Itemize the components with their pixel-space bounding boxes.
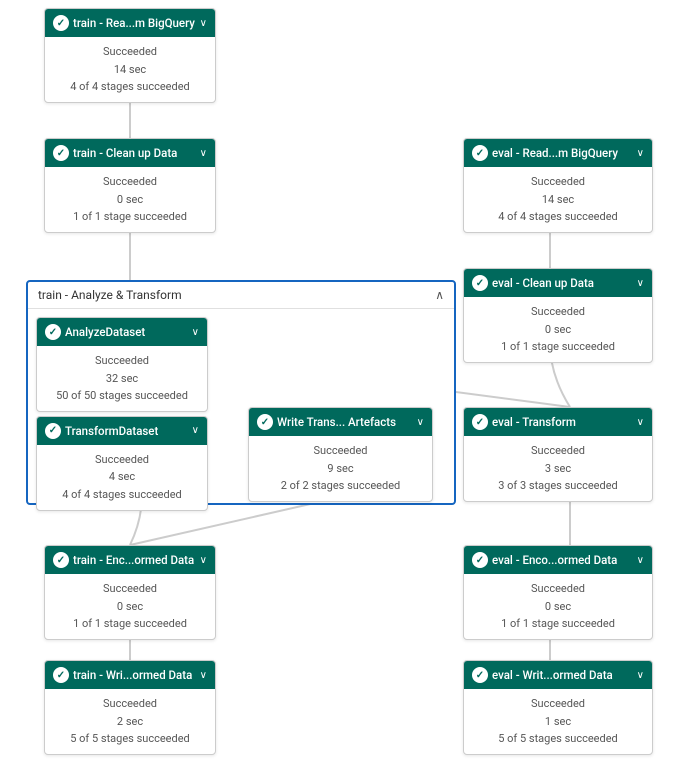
node-body: Succeeded 0 sec 1 of 1 stage succeeded [45, 574, 215, 639]
chevron-down-icon[interactable]: ∨ [200, 555, 207, 566]
chevron-down-icon[interactable]: ∨ [637, 555, 644, 566]
success-icon [53, 667, 69, 683]
pipeline-canvas: train - Rea...m BigQuery ∨ Succeeded 14 … [0, 0, 680, 764]
chevron-down-icon[interactable]: ∨ [200, 148, 207, 159]
node-title: eval - Transform [492, 415, 576, 429]
node-body: Succeeded 14 sec 4 of 4 stages succeeded [464, 167, 652, 232]
node-title: train - Clean up Data [73, 146, 177, 160]
node-train-write-header: train - Wri...ormed Data ∨ [45, 661, 215, 689]
node-write-transform-header: Write Trans... Artefacts ∨ [249, 408, 432, 436]
chevron-down-icon[interactable]: ∨ [637, 417, 644, 428]
node-transform-dataset[interactable]: TransformDataset ∨ Succeeded 4 sec 4 of … [36, 416, 208, 511]
node-eval-cleanup-header: eval - Clean up Data ∨ [464, 269, 652, 297]
node-eval-write-header: eval - Writ...ormed Data ∨ [464, 661, 652, 689]
node-body: Succeeded 1 sec 5 of 5 stages succeeded [464, 689, 652, 754]
success-icon [472, 667, 488, 683]
node-eval-transform[interactable]: eval - Transform ∨ Succeeded 3 sec 3 of … [463, 407, 653, 502]
node-train-write[interactable]: train - Wri...ormed Data ∨ Succeeded 2 s… [44, 660, 216, 755]
node-eval-read-bq-header: eval - Read...m BigQuery ∨ [464, 139, 652, 167]
node-body: Succeeded 0 sec 1 of 1 stage succeeded [464, 574, 652, 639]
node-train-cleanup[interactable]: train - Clean up Data ∨ Succeeded 0 sec … [44, 138, 216, 233]
node-eval-transform-header: eval - Transform ∨ [464, 408, 652, 436]
chevron-down-icon[interactable]: ∨ [200, 18, 207, 29]
success-icon [53, 15, 69, 31]
node-body: Succeeded 4 sec 4 of 4 stages succeeded [37, 445, 207, 510]
node-body: Succeeded 3 sec 3 of 3 stages succeeded [464, 436, 652, 501]
node-body: Succeeded 14 sec 4 of 4 stages succeeded [45, 37, 215, 102]
node-title: Write Trans... Artefacts [277, 415, 396, 429]
node-train-read-bq-header: train - Rea...m BigQuery ∨ [45, 9, 215, 37]
node-body: Succeeded 9 sec 2 of 2 stages succeeded [249, 436, 432, 501]
chevron-down-icon[interactable]: ∨ [192, 327, 199, 338]
chevron-down-icon[interactable]: ∨ [417, 417, 424, 428]
chevron-down-icon[interactable]: ∨ [192, 425, 199, 436]
node-eval-read-bq[interactable]: eval - Read...m BigQuery ∨ Succeeded 14 … [463, 138, 653, 233]
success-icon [257, 414, 273, 430]
node-eval-enc-header: eval - Enco...ormed Data ∨ [464, 546, 652, 574]
node-title: train - Enc...ormed Data [73, 553, 194, 567]
success-icon [472, 145, 488, 161]
chevron-down-icon[interactable]: ∨ [637, 148, 644, 159]
node-analyze-dataset[interactable]: AnalyzeDataset ∨ Succeeded 32 sec 50 of … [36, 317, 208, 412]
node-transform-dataset-header: TransformDataset ∨ [37, 417, 207, 445]
group-header[interactable]: train - Analyze & Transform ∧ [28, 282, 454, 309]
chevron-down-icon[interactable]: ∨ [637, 670, 644, 681]
group-title: train - Analyze & Transform [38, 288, 182, 302]
node-eval-enc[interactable]: eval - Enco...ormed Data ∨ Succeeded 0 s… [463, 545, 653, 640]
success-icon [472, 275, 488, 291]
node-title: AnalyzeDataset [65, 325, 145, 339]
node-analyze-dataset-header: AnalyzeDataset ∨ [37, 318, 207, 346]
success-icon [472, 414, 488, 430]
node-train-enc[interactable]: train - Enc...ormed Data ∨ Succeeded 0 s… [44, 545, 216, 640]
node-body: Succeeded 2 sec 5 of 5 stages succeeded [45, 689, 215, 754]
node-eval-cleanup[interactable]: eval - Clean up Data ∨ Succeeded 0 sec 1… [463, 268, 653, 363]
node-train-enc-header: train - Enc...ormed Data ∨ [45, 546, 215, 574]
node-body: Succeeded 0 sec 1 of 1 stage succeeded [45, 167, 215, 232]
success-icon [53, 145, 69, 161]
node-train-read-bq[interactable]: train - Rea...m BigQuery ∨ Succeeded 14 … [44, 8, 216, 103]
success-icon [45, 423, 61, 439]
node-title: eval - Writ...ormed Data [492, 668, 613, 682]
success-icon [53, 552, 69, 568]
success-icon [45, 324, 61, 340]
node-title: train - Wri...ormed Data [73, 668, 192, 682]
chevron-up-icon[interactable]: ∧ [435, 288, 444, 302]
node-write-transform[interactable]: Write Trans... Artefacts ∨ Succeeded 9 s… [248, 407, 433, 502]
node-title: eval - Clean up Data [492, 276, 594, 290]
chevron-down-icon[interactable]: ∨ [200, 670, 207, 681]
chevron-down-icon[interactable]: ∨ [637, 278, 644, 289]
success-icon [472, 552, 488, 568]
node-title: eval - Enco...ormed Data [492, 553, 617, 567]
node-title: TransformDataset [65, 424, 158, 438]
node-train-cleanup-header: train - Clean up Data ∨ [45, 139, 215, 167]
node-eval-write[interactable]: eval - Writ...ormed Data ∨ Succeeded 1 s… [463, 660, 653, 755]
node-body: Succeeded 0 sec 1 of 1 stage succeeded [464, 297, 652, 362]
node-title: train - Rea...m BigQuery [73, 16, 195, 30]
node-title: eval - Read...m BigQuery [492, 146, 618, 160]
node-body: Succeeded 32 sec 50 of 50 stages succeed… [37, 346, 207, 411]
